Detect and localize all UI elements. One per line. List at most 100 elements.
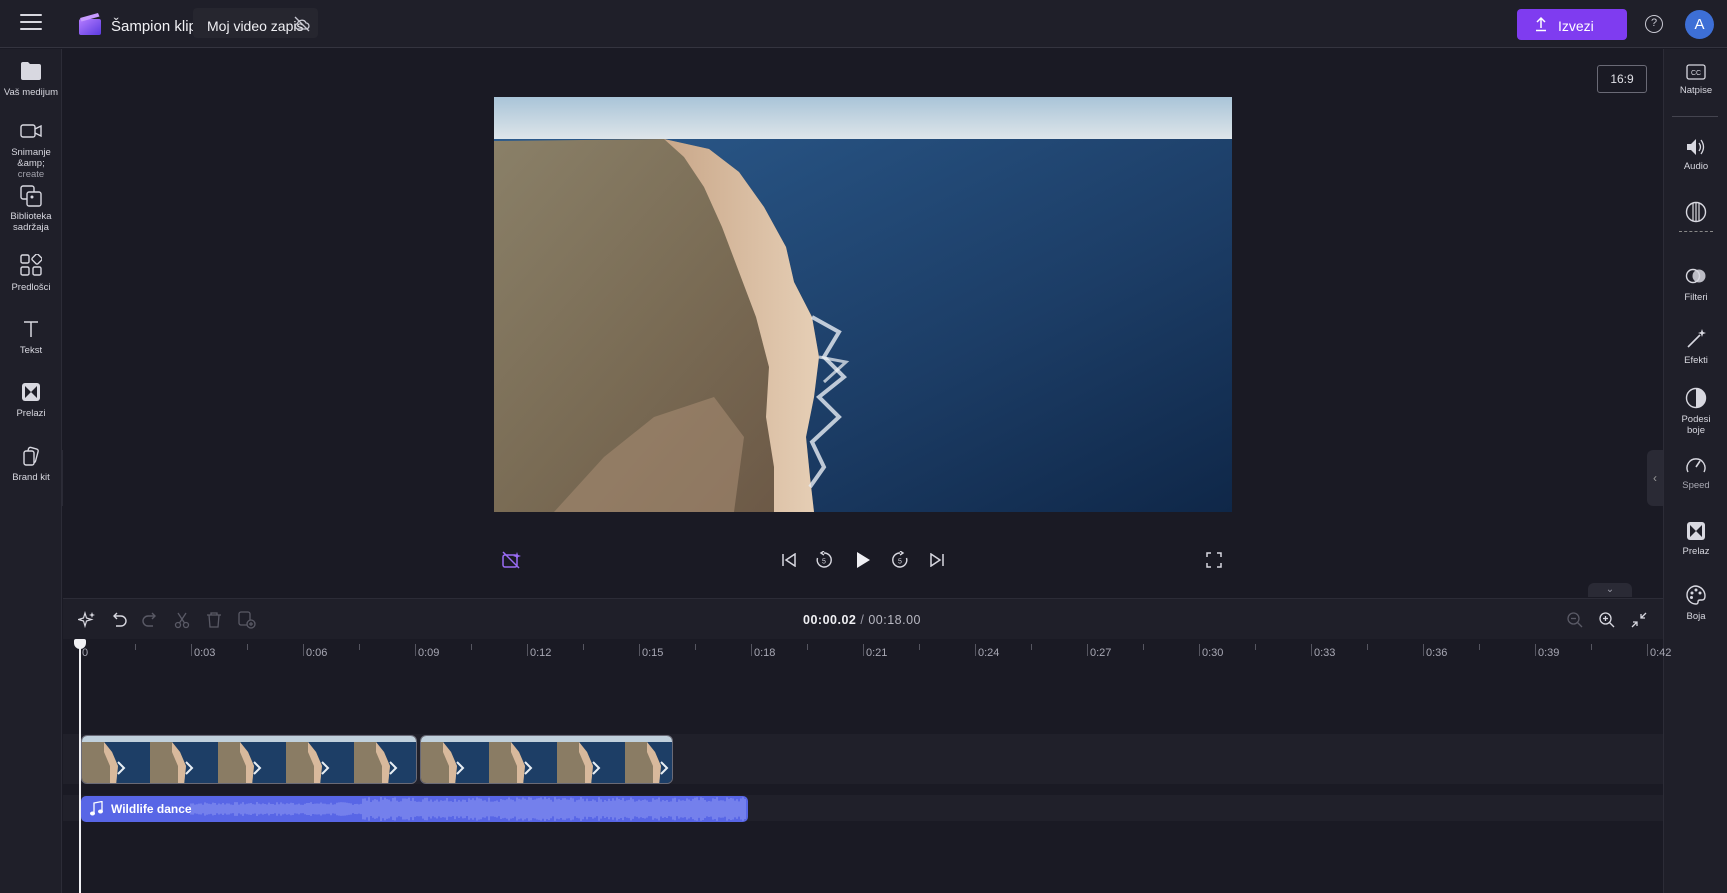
- sidebar-item-label: Biblioteka sadržaja: [10, 211, 52, 233]
- fullscreen-icon[interactable]: [1206, 552, 1222, 568]
- zoom-out-icon[interactable]: [1566, 611, 1584, 629]
- panel-transition[interactable]: Prelaz: [1664, 521, 1727, 557]
- panel-fade[interactable]: [1664, 201, 1727, 237]
- ruler-minor-tick: [471, 644, 472, 650]
- panel-divider: [1672, 116, 1718, 117]
- sidebar-item-sublabel: create: [17, 169, 45, 180]
- help-icon[interactable]: ?: [1645, 15, 1663, 33]
- svg-text:5: 5: [898, 559, 902, 566]
- ruler-minor-tick: [1143, 644, 1144, 650]
- svg-text:CC: CC: [1691, 70, 1701, 77]
- panel-audio[interactable]: Audio: [1664, 138, 1727, 172]
- ruler-tick: [1199, 644, 1200, 656]
- svg-text:5: 5: [822, 559, 826, 566]
- video-clip-thumbnails: [82, 736, 416, 783]
- ruler-label: 0:27: [1090, 647, 1112, 659]
- forward-5-seconds-icon[interactable]: 5: [891, 551, 909, 569]
- undo-icon[interactable]: [110, 611, 128, 629]
- auto-compose-off-icon[interactable]: [502, 551, 522, 569]
- skip-to-start-icon[interactable]: [781, 553, 797, 567]
- ruler-tick: [527, 644, 528, 656]
- fit-to-screen-icon[interactable]: [1630, 611, 1648, 629]
- video-clip[interactable]: [420, 735, 673, 784]
- panel-speed[interactable]: Speed: [1664, 455, 1727, 491]
- sidebar-item-text[interactable]: Tekst: [0, 319, 62, 356]
- sidebar-item-content-library[interactable]: Biblioteka sadržaja: [0, 185, 62, 233]
- ruler-tick: [751, 644, 752, 656]
- ruler-tick: [415, 644, 416, 656]
- playhead[interactable]: [79, 639, 81, 893]
- delete-trash-icon[interactable]: [205, 611, 223, 629]
- ruler-tick: [1647, 644, 1648, 656]
- ruler-tick: [1423, 644, 1424, 656]
- filters-icon: [1685, 268, 1706, 284]
- split-scissors-icon[interactable]: [173, 611, 191, 629]
- panel-filters[interactable]: Filteri: [1664, 265, 1727, 303]
- sidebar-item-brand-kit[interactable]: Brand kit: [0, 446, 62, 483]
- hamburger-menu-icon[interactable]: [20, 14, 42, 32]
- panel-label: Podesi boje: [1681, 414, 1711, 436]
- sidebar-item-record-create[interactable]: Snimanje &amp; create: [0, 123, 62, 180]
- left-sidebar: Vaš medijum Snimanje &amp; create Biblio…: [0, 49, 62, 893]
- palette-icon: [1686, 585, 1706, 605]
- panel-label: Speed: [1682, 480, 1710, 491]
- sidebar-item-label: Vaš medijum: [3, 87, 59, 98]
- redo-icon[interactable]: [141, 611, 159, 629]
- transitions-icon: [22, 383, 40, 401]
- ruler-minor-tick: [247, 644, 248, 650]
- sidebar-item-transitions[interactable]: Prelazi: [0, 382, 62, 419]
- collapse-timeline-chevron-icon[interactable]: ⌄: [1588, 583, 1632, 597]
- color-adjust-icon: [1685, 387, 1707, 409]
- ruler-minor-tick: [919, 644, 920, 650]
- panel-color[interactable]: Boja: [1664, 584, 1727, 622]
- audio-icon: [1687, 139, 1705, 155]
- collapse-right-panel-chevron-icon[interactable]: ‹: [1647, 450, 1663, 506]
- coastline-aerial-image: [494, 97, 1232, 512]
- video-preview[interactable]: [494, 97, 1232, 512]
- ruler-minor-tick: [583, 644, 584, 650]
- export-button[interactable]: Izvezi: [1517, 9, 1627, 40]
- ruler-label: 0:39: [1538, 647, 1560, 659]
- panel-captions[interactable]: CC Natpise: [1664, 64, 1727, 96]
- video-clip[interactable]: [81, 735, 417, 784]
- ruler-tick: [191, 644, 192, 656]
- top-bar: Šampion klipa Moj video zapis Izvezi ? A: [0, 0, 1727, 48]
- panel-effects[interactable]: Efekti: [1664, 328, 1727, 366]
- ruler-tick: [1311, 644, 1312, 656]
- time-separator: /: [860, 613, 865, 627]
- speed-gauge-icon: [1686, 458, 1706, 473]
- folder-icon: [21, 62, 41, 80]
- music-note-icon: [90, 801, 103, 816]
- ruler-label: 0:15: [642, 647, 664, 659]
- ruler-label: 0:06: [306, 647, 328, 659]
- skip-to-end-icon[interactable]: [929, 553, 945, 567]
- timeline-ruler[interactable]: 0 0:03 0:06 0:09 0:12 0:15 0:18 0:21 0:24 0:27 0:3…: [63, 639, 1671, 669]
- panel-label-placeholder: [1679, 231, 1713, 232]
- panel-label: Filteri: [1684, 292, 1708, 303]
- sidebar-item-templates[interactable]: Predlošci: [0, 254, 62, 293]
- panel-label: Efekti: [1684, 355, 1708, 366]
- aspect-ratio-button[interactable]: 16:9: [1597, 65, 1647, 93]
- cloud-off-icon[interactable]: [293, 15, 311, 33]
- ruler-label: 0:21: [866, 647, 888, 659]
- zoom-in-icon[interactable]: [1598, 611, 1616, 629]
- rewind-5-seconds-icon[interactable]: 5: [815, 551, 833, 569]
- panel-label: Audio: [1683, 161, 1709, 172]
- audio-clip-name: Wildlife dance: [111, 802, 192, 816]
- ruler-label: 0:03: [194, 647, 216, 659]
- panel-color-adjust[interactable]: Podesi boje: [1664, 387, 1727, 436]
- audio-clip[interactable]: Wildlife dance: [81, 796, 748, 822]
- duplicate-icon[interactable]: [238, 611, 256, 629]
- ruler-label: 0:30: [1202, 647, 1224, 659]
- panel-label: Natpise: [1679, 85, 1713, 96]
- video-camera-icon: [20, 124, 42, 138]
- play-icon[interactable]: [855, 551, 871, 569]
- ai-sparkle-icon[interactable]: [78, 611, 96, 629]
- right-sidebar: CC Natpise Audio Filteri Efekti Podesi b…: [1663, 49, 1727, 893]
- avatar[interactable]: A: [1685, 10, 1714, 39]
- sidebar-item-label: Tekst: [19, 345, 43, 356]
- sidebar-item-your-media[interactable]: Vaš medijum: [0, 61, 62, 98]
- ruler-label: 0:12: [530, 647, 552, 659]
- ruler-tick: [1087, 644, 1088, 656]
- timeline-toolbar: 00:00.02 / 00:18.00: [63, 599, 1663, 639]
